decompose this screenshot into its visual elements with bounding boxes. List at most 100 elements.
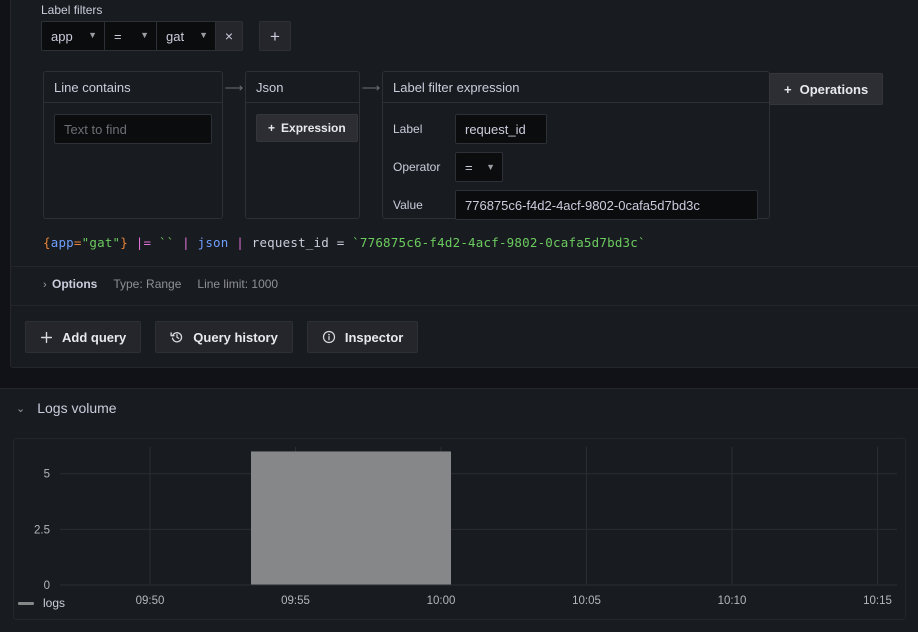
query-options-row[interactable]: › Options Type: Range Line limit: 1000 (43, 277, 278, 291)
query-token: app (51, 235, 74, 250)
x-axis-tick-label: 10:05 (572, 595, 601, 607)
logs-volume-title: Logs volume (37, 400, 116, 416)
operations-button[interactable]: + Operations (769, 73, 883, 105)
close-icon: × (225, 28, 233, 44)
label-filter-expression-fields: Label request_id Operator = ▼ Value 7768… (393, 114, 759, 220)
query-token: | (182, 235, 190, 250)
plus-icon: + (784, 82, 792, 97)
add-expression-label: Expression (281, 121, 346, 135)
label-filter-key-value: app (51, 29, 73, 44)
query-expression-preview: {app="gat"} |= `` | json | request_id = … (43, 235, 918, 250)
query-token (174, 235, 182, 250)
chart-bar (251, 451, 451, 585)
options-line-limit: Line limit: 1000 (197, 277, 278, 291)
inspector-button[interactable]: Inspector (307, 321, 419, 353)
query-token: | (236, 235, 244, 250)
legend-label-logs: logs (43, 596, 65, 610)
pipeline-arrow-icon: ⟶ (223, 71, 245, 219)
query-token: json (198, 235, 229, 250)
x-axis-tick-label: 09:55 (281, 595, 310, 607)
options-label: Options (52, 277, 97, 291)
divider (11, 266, 918, 267)
operations-pipeline: Line contains Text to find ⟶ Json + Expr… (43, 71, 770, 219)
logs-volume-header[interactable]: ⌄ Logs volume (16, 400, 117, 416)
label-filter-key-select[interactable]: app ▼ (41, 21, 105, 51)
plus-icon: + (270, 28, 280, 45)
y-axis-tick-label: 0 (44, 580, 50, 592)
label-filters-title: Label filters (41, 3, 102, 17)
operation-label-filter-body: Label request_id Operator = ▼ Value 7768… (383, 103, 769, 230)
plus-icon (40, 331, 53, 344)
logs-volume-panel: ⌄ Logs volume 0 2.5 5 09:50 09:55 10:00 10:05 1… (0, 388, 918, 632)
label-filter-value-value: gat (166, 29, 184, 44)
operator-field-caption: Operator (393, 160, 455, 174)
add-expression-button[interactable]: + Expression (256, 114, 358, 142)
label-filters-row: app ▼ = ▼ gat ▼ × + (41, 21, 291, 51)
chevron-down-icon: ▼ (88, 31, 97, 40)
query-token: } (120, 235, 128, 250)
label-field-caption: Label (393, 122, 455, 136)
pipeline-arrow-icon: ⟶ (360, 71, 382, 219)
add-query-label: Add query (62, 330, 126, 345)
query-token: = (74, 235, 82, 250)
add-query-button[interactable]: Add query (25, 321, 141, 353)
query-history-button[interactable]: Query history (155, 321, 293, 353)
chevron-down-icon: ▼ (486, 162, 495, 172)
query-editor-panel: Label filters app ▼ = ▼ gat ▼ × (10, 0, 918, 368)
operation-json-body: + Expression (246, 103, 359, 152)
x-axis-tick-label: 10:00 (427, 595, 456, 607)
operation-line-contains-body: Text to find (44, 103, 222, 154)
operator-field-select[interactable]: = ▼ (455, 152, 503, 182)
chevron-down-icon: ▼ (140, 31, 149, 40)
operation-line-contains-title: Line contains (44, 72, 222, 103)
y-axis-tick-label: 5 (44, 469, 50, 481)
line-contains-input[interactable]: Text to find (54, 114, 212, 144)
x-axis-tick-label: 10:10 (718, 595, 747, 607)
x-axis-tick-label: 10:15 (863, 595, 892, 607)
chevron-down-icon: ⌄ (16, 402, 25, 415)
query-token: `` (159, 235, 174, 250)
operations-button-label: Operations (800, 82, 869, 97)
label-field-input[interactable]: request_id (455, 114, 547, 144)
query-token (128, 235, 136, 250)
remove-label-filter-button[interactable]: × (215, 21, 243, 51)
divider (11, 305, 918, 306)
plus-icon: + (268, 121, 275, 135)
legend-swatch-logs (18, 602, 34, 605)
history-icon (170, 330, 184, 344)
operation-json[interactable]: Json + Expression (245, 71, 360, 219)
query-actions-row: Add query Query history (25, 321, 418, 353)
query-token: |= (136, 235, 151, 250)
logs-volume-chart[interactable]: 0 2.5 5 09:50 09:55 10:00 10:05 10:10 10:15 (13, 438, 906, 620)
chevron-down-icon: ▼ (199, 31, 208, 40)
operation-label-filter-expression[interactable]: Label filter expression Label request_id… (382, 71, 770, 219)
chevron-right-icon: › (43, 279, 47, 291)
query-token (190, 235, 198, 250)
operator-field-value: = (465, 160, 473, 175)
operation-json-title: Json (246, 72, 359, 103)
value-field-input[interactable]: 776875c6-f4d2-4acf-9802-0cafa5d7bd3c (455, 190, 758, 220)
query-token (244, 235, 252, 250)
label-filter-operator-select[interactable]: = ▼ (104, 21, 157, 51)
options-type: Type: Range (113, 277, 181, 291)
query-token: { (43, 235, 51, 250)
info-circle-icon (322, 330, 336, 344)
query-token: request_id = (252, 235, 352, 250)
label-filter-value-select[interactable]: gat ▼ (156, 21, 216, 51)
logs-volume-plot: 0 2.5 5 09:50 09:55 10:00 10:05 10:10 10:15 (14, 439, 907, 621)
inspector-label: Inspector (345, 330, 404, 345)
chart-legend: logs (18, 596, 65, 610)
query-token: `776875c6-f4d2-4acf-9802-0cafa5d7bd3c` (352, 235, 646, 250)
operation-line-contains[interactable]: Line contains Text to find (43, 71, 223, 219)
query-history-label: Query history (193, 330, 278, 345)
label-filter-group: app ▼ = ▼ gat ▼ × (41, 21, 243, 51)
x-axis-tick-label: 09:50 (136, 595, 165, 607)
value-field-caption: Value (393, 198, 455, 212)
operation-label-filter-title: Label filter expression (383, 72, 769, 103)
y-axis-tick-label: 2.5 (34, 524, 50, 536)
query-token: "gat" (82, 235, 121, 250)
query-token (151, 235, 159, 250)
loki-query-builder-screen: Label filters app ▼ = ▼ gat ▼ × (0, 0, 918, 632)
label-filter-operator-value: = (114, 29, 122, 44)
add-label-filter-button[interactable]: + (259, 21, 291, 51)
